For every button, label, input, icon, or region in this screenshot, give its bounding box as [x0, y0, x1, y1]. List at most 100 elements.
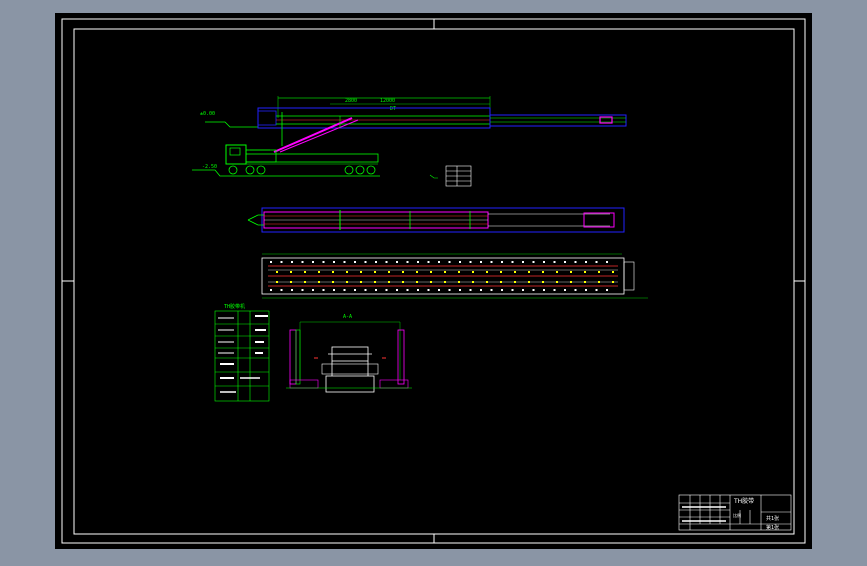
- anchor-bolt-marker: [417, 261, 419, 263]
- anchor-bolt-marker: [585, 261, 587, 263]
- anchor-bolt-marker: [543, 289, 545, 291]
- anchor-bolt-marker: [291, 289, 293, 291]
- anchor-bolt-marker: [469, 261, 472, 263]
- support-marker: [514, 271, 516, 273]
- svg-text:TH胶带机: TH胶带机: [224, 303, 245, 310]
- anchor-bolt-marker: [312, 261, 314, 263]
- anchor-bolt-marker: [574, 289, 577, 291]
- support-marker: [374, 281, 376, 283]
- support-marker: [528, 271, 530, 273]
- support-marker: [542, 271, 544, 273]
- support-marker: [598, 271, 600, 273]
- support-marker: [332, 281, 334, 283]
- anchor-bolt-marker: [595, 261, 598, 263]
- anchor-bolt-marker: [375, 289, 377, 291]
- support-marker: [346, 281, 348, 283]
- anchor-bolt-marker: [333, 289, 335, 291]
- support-marker: [584, 271, 586, 273]
- anchor-bolt-marker: [291, 261, 293, 263]
- anchor-bolt-marker: [480, 261, 482, 263]
- sheet-total-label: 共1张: [766, 515, 779, 522]
- anchor-bolt-marker: [364, 261, 367, 263]
- sheet-label: 第1张: [766, 524, 779, 531]
- anchor-bolt-marker: [364, 289, 367, 291]
- support-marker: [472, 281, 474, 283]
- anchor-bolt-marker: [427, 261, 430, 263]
- support-marker: [444, 271, 446, 273]
- support-marker: [486, 271, 488, 273]
- support-marker: [612, 281, 614, 283]
- anchor-bolt-marker: [343, 289, 346, 291]
- support-marker: [318, 271, 320, 273]
- anchor-bolt-marker: [522, 261, 524, 263]
- drawing-title: TH胶带: [733, 497, 754, 505]
- svg-text:-2.50: -2.50: [202, 164, 217, 170]
- anchor-bolt-marker: [354, 289, 356, 291]
- anchor-bolt-marker: [448, 289, 451, 291]
- support-marker: [374, 271, 376, 273]
- anchor-bolt-marker: [322, 289, 325, 291]
- support-marker: [570, 281, 572, 283]
- anchor-bolt-marker: [438, 261, 440, 263]
- cad-viewport[interactable]: 2800 12000 DT ±0.00 -2.50 TH胶带机 A-A TH胶带…: [0, 0, 867, 562]
- svg-text:±0.00: ±0.00: [200, 111, 215, 117]
- anchor-bolt-marker: [574, 261, 577, 263]
- support-marker: [472, 271, 474, 273]
- support-marker: [402, 281, 404, 283]
- support-marker: [346, 271, 348, 273]
- support-marker: [416, 271, 418, 273]
- support-marker: [514, 281, 516, 283]
- anchor-bolt-marker: [406, 289, 409, 291]
- support-marker: [486, 281, 488, 283]
- cad-drawing-canvas[interactable]: 2800 12000 DT ±0.00 -2.50 TH胶带机 A-A TH胶带…: [0, 0, 867, 562]
- anchor-bolt-marker: [385, 289, 388, 291]
- support-marker: [290, 281, 292, 283]
- anchor-bolt-marker: [270, 289, 272, 291]
- support-marker: [318, 281, 320, 283]
- anchor-bolt-marker: [469, 289, 472, 291]
- anchor-bolt-marker: [301, 261, 304, 263]
- support-marker: [458, 271, 460, 273]
- anchor-bolt-marker: [354, 261, 356, 263]
- anchor-bolt-marker: [459, 289, 461, 291]
- anchor-bolt-marker: [606, 261, 608, 263]
- anchor-bolt-marker: [501, 261, 503, 263]
- anchor-bolt-marker: [396, 289, 398, 291]
- anchor-bolt-marker: [427, 289, 430, 291]
- anchor-bolt-marker: [595, 289, 598, 291]
- anchor-bolt-marker: [543, 261, 545, 263]
- support-marker: [304, 271, 306, 273]
- anchor-bolt-marker: [522, 289, 524, 291]
- svg-text:A-A: A-A: [343, 314, 352, 320]
- anchor-bolt-marker: [312, 289, 314, 291]
- anchor-bolt-marker: [333, 261, 335, 263]
- anchor-bolt-marker: [385, 261, 388, 263]
- support-marker: [556, 271, 558, 273]
- support-marker: [542, 281, 544, 283]
- drawing-sheet: [55, 13, 812, 549]
- support-marker: [444, 281, 446, 283]
- anchor-bolt-marker: [490, 261, 493, 263]
- anchor-bolt-marker: [301, 289, 304, 291]
- anchor-bolt-marker: [448, 261, 451, 263]
- support-marker: [570, 271, 572, 273]
- anchor-bolt-marker: [270, 261, 272, 263]
- support-marker: [500, 271, 502, 273]
- support-marker: [612, 271, 614, 273]
- support-marker: [416, 281, 418, 283]
- anchor-bolt-marker: [406, 261, 409, 263]
- anchor-bolt-marker: [375, 261, 377, 263]
- support-marker: [304, 281, 306, 283]
- anchor-bolt-marker: [501, 289, 503, 291]
- anchor-bolt-marker: [417, 289, 419, 291]
- support-marker: [598, 281, 600, 283]
- anchor-bolt-marker: [438, 289, 440, 291]
- support-marker: [584, 281, 586, 283]
- anchor-bolt-marker: [396, 261, 398, 263]
- anchor-bolt-marker: [553, 289, 556, 291]
- scale-label: 比例: [733, 512, 741, 518]
- anchor-bolt-marker: [511, 289, 514, 291]
- support-marker: [556, 281, 558, 283]
- anchor-bolt-marker: [490, 289, 493, 291]
- anchor-bolt-marker: [322, 261, 325, 263]
